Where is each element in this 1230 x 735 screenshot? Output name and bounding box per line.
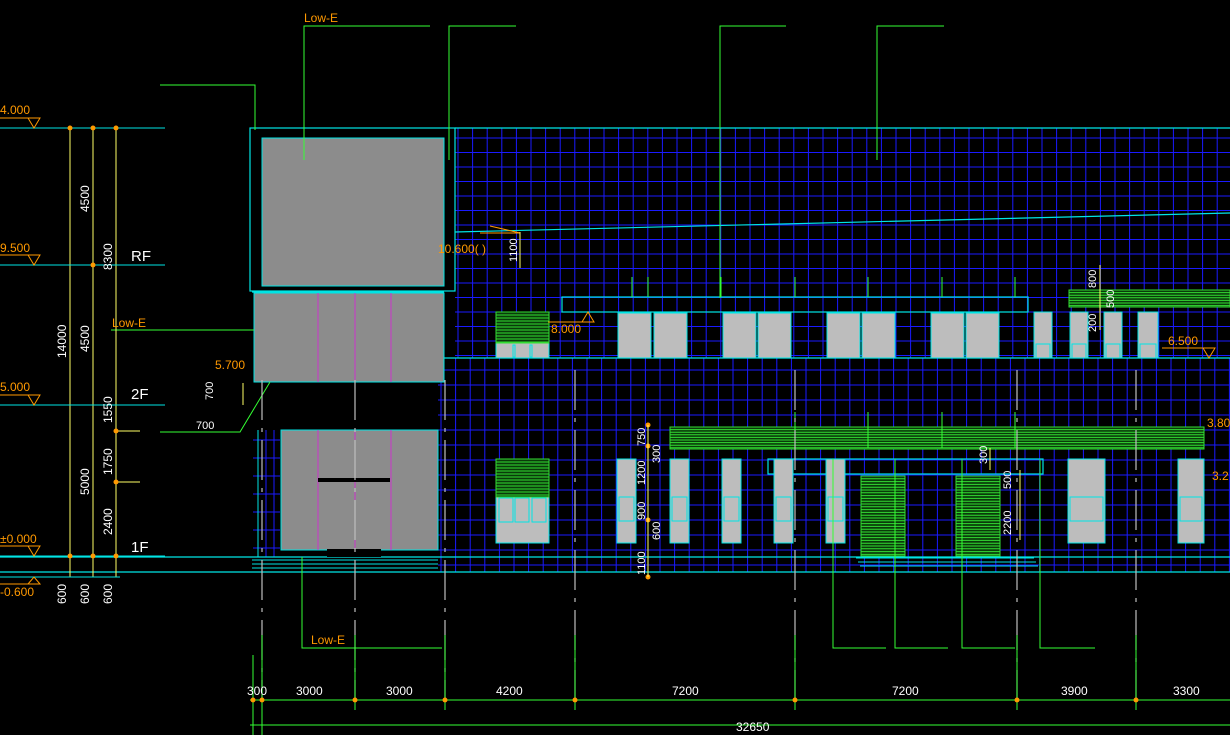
bottom-dim-300: 300 [247, 684, 267, 698]
floor-label-rf: RF [131, 248, 151, 265]
material-label-top: Low-E [304, 11, 338, 25]
elevation-label-canopy-upper: 8.000 [551, 322, 581, 336]
elevation-label-right-mid: 6.500 [1168, 334, 1198, 348]
entrance-beam [318, 478, 390, 482]
dim-1100-bottom: 1100 [636, 551, 648, 575]
dim-300-right: 300 [978, 446, 990, 464]
stone-panels [253, 137, 445, 551]
material-label-bottom: Low-E [311, 633, 345, 647]
dim-500-right: 500 [1002, 471, 1014, 489]
bottom-dim-3000-b: 3000 [386, 684, 413, 698]
dim-500-top: 500 [1105, 290, 1117, 308]
level-label-ground: ±0.000 [0, 532, 37, 546]
bottom-dim-4200: 4200 [496, 684, 523, 698]
dim-1100: 1100 [508, 238, 520, 262]
dim-200: 200 [1087, 314, 1099, 332]
level-label-below: -0.600 [0, 585, 34, 599]
dim-900: 900 [636, 502, 648, 520]
level-markers [0, 117, 1216, 585]
elevation-label-right-bottom: 3.2 [1212, 469, 1229, 483]
elevation-label-right-top: 3.80 [1207, 416, 1230, 430]
dim-800: 800 [1087, 270, 1099, 288]
dim-1550: 1550 [101, 396, 115, 423]
bottom-dim-3000-a: 3000 [296, 684, 323, 698]
dim-700-horizontal: 700 [196, 420, 214, 432]
material-label-middle: Low-E [112, 316, 146, 330]
dim-600-a: 600 [55, 584, 69, 604]
bottom-dim-7200-b: 7200 [892, 684, 919, 698]
dim-600-window: 600 [651, 522, 663, 540]
louver-panel [955, 475, 1001, 557]
dim-2200: 2200 [1002, 511, 1014, 535]
bottom-dim-total: 32650 [736, 720, 770, 734]
dim-600-c: 600 [101, 584, 115, 604]
dim-1750: 1750 [101, 448, 115, 475]
louver-panel [860, 475, 906, 557]
cad-elevation-drawing: 4.000 9.500 5.000 ±0.000 -0.600 RF 2F 1F… [0, 11, 1230, 735]
floor-label-2f: 2F [131, 386, 149, 403]
dim-5000: 5000 [78, 468, 92, 495]
dim-4500-a: 4500 [78, 185, 92, 212]
dim-1200: 1200 [636, 461, 648, 485]
dim-700-vertical: 700 [204, 382, 216, 400]
dim-600-b: 600 [78, 584, 92, 604]
level-label-rf: 9.500 [0, 241, 30, 255]
bottom-dim-3900: 3900 [1061, 684, 1088, 698]
dim-14000: 14000 [55, 324, 69, 358]
dim-750: 750 [636, 428, 648, 446]
bottom-dim-3300: 3300 [1173, 684, 1200, 698]
floor-label-1f: 1F [131, 539, 149, 556]
elevation-label-roof-mid: 10.600( ) [438, 242, 486, 256]
dim-8300: 8300 [101, 243, 115, 270]
bottom-dim-7200-a: 7200 [672, 684, 699, 698]
dim-2400: 2400 [101, 508, 115, 535]
level-label-2f: 5.000 [0, 380, 30, 394]
level-label-top: 4.000 [0, 103, 30, 117]
entrance-opening [327, 549, 381, 557]
elevation-label-canopy-lower: 5.700 [215, 358, 245, 372]
dim-4500-b: 4500 [78, 325, 92, 352]
dim-300-left: 300 [651, 445, 663, 463]
